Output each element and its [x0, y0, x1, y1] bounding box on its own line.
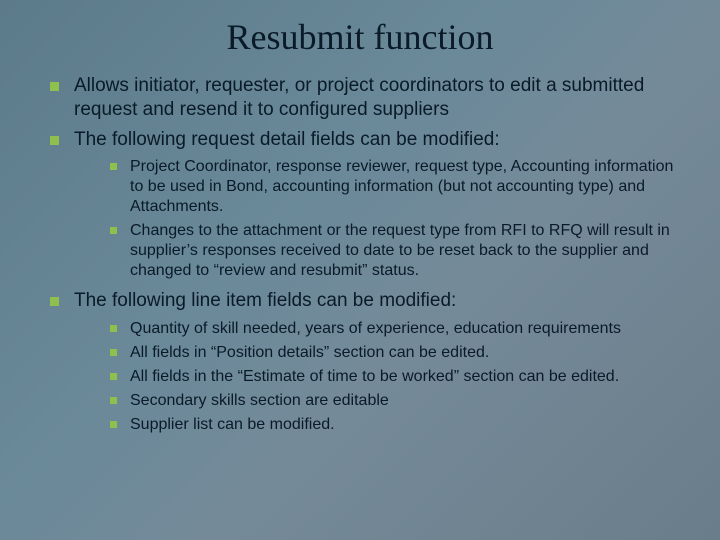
- list-item: Allows initiator, requester, or project …: [50, 74, 680, 122]
- bullet-list-level1: Allows initiator, requester, or project …: [30, 74, 690, 435]
- list-item: Quantity of skill needed, years of exper…: [110, 319, 680, 339]
- list-item-text: Changes to the attachment or the request…: [130, 222, 670, 279]
- list-item: All fields in “Position details” section…: [110, 343, 680, 363]
- list-item-text: Allows initiator, requester, or project …: [74, 75, 644, 120]
- list-item-text: All fields in the “Estimate of time to b…: [130, 368, 619, 385]
- square-bullet-icon: [110, 325, 117, 332]
- list-item-text: The following request detail fields can …: [74, 129, 500, 150]
- list-item-text: Supplier list can be modified.: [130, 416, 335, 433]
- square-bullet-icon: [110, 397, 117, 404]
- list-item: Changes to the attachment or the request…: [110, 221, 680, 281]
- list-item: All fields in the “Estimate of time to b…: [110, 367, 680, 387]
- square-bullet-icon: [110, 373, 117, 380]
- square-bullet-icon: [110, 227, 117, 234]
- square-bullet-icon: [50, 136, 59, 145]
- list-item-text: Secondary skills section are editable: [130, 392, 389, 409]
- list-item-text: All fields in “Position details” section…: [130, 344, 489, 361]
- square-bullet-icon: [110, 163, 117, 170]
- square-bullet-icon: [50, 82, 59, 91]
- square-bullet-icon: [50, 297, 59, 306]
- list-item: The following request detail fields can …: [50, 128, 680, 282]
- bullet-list-level2: Project Coordinator, response reviewer, …: [74, 157, 680, 281]
- slide-container: Resubmit function Allows initiator, requ…: [0, 0, 720, 540]
- list-item-text: Quantity of skill needed, years of exper…: [130, 320, 621, 337]
- list-item: Supplier list can be modified.: [110, 415, 680, 435]
- list-item: The following line item fields can be mo…: [50, 289, 680, 435]
- list-item: Secondary skills section are editable: [110, 391, 680, 411]
- page-title: Resubmit function: [30, 16, 690, 58]
- square-bullet-icon: [110, 349, 117, 356]
- list-item-text: Project Coordinator, response reviewer, …: [130, 158, 673, 215]
- list-item: Project Coordinator, response reviewer, …: [110, 157, 680, 217]
- bullet-list-level2: Quantity of skill needed, years of exper…: [74, 319, 680, 435]
- list-item-text: The following line item fields can be mo…: [74, 290, 456, 311]
- square-bullet-icon: [110, 421, 117, 428]
